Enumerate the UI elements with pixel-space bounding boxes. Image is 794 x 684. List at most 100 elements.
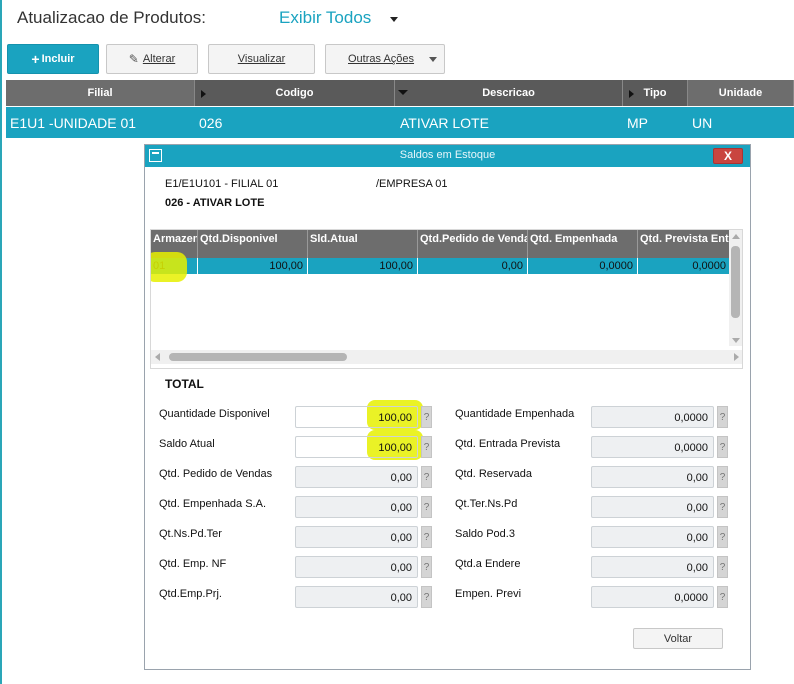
column-header-tipo[interactable]: Tipo <box>623 80 688 106</box>
scroll-right-icon[interactable] <box>734 353 739 361</box>
help-icon[interactable]: ? <box>421 406 432 428</box>
highlight-marker <box>151 252 187 282</box>
help-icon[interactable]: ? <box>717 526 728 548</box>
scroll-thumb[interactable] <box>731 246 740 318</box>
page-title: Atualizacao de Produtos: <box>17 8 207 27</box>
help-icon[interactable]: ? <box>421 586 432 608</box>
saldo-pod3-field[interactable]: 0,00 <box>591 526 714 548</box>
dialog-title: Saldos em Estoque <box>399 149 496 161</box>
empen-previ-field[interactable]: 0,0000 <box>591 586 714 608</box>
empresa-info: /EMPRESA 01 <box>376 178 448 190</box>
help-icon[interactable]: ? <box>421 436 432 458</box>
cell-tipo: MP <box>627 115 648 131</box>
outras-acoes-label: Outras Ações <box>348 53 415 65</box>
field-label: Quantidade Disponivel <box>159 408 270 420</box>
saldo-atual-field[interactable]: 100,00 <box>295 436 418 458</box>
field-label: Qtd. Empenhada S.A. <box>159 498 267 510</box>
field-label: Empen. Previ <box>455 588 522 600</box>
field-label: Saldo Pod.3 <box>455 528 515 540</box>
incluir-label: Incluir <box>41 53 75 65</box>
alterar-label: Alterar <box>142 53 176 65</box>
chevron-down-icon[interactable] <box>390 17 398 22</box>
scroll-left-icon[interactable] <box>155 353 160 361</box>
qtd-empenhada-sa-field[interactable]: 0,00 <box>295 496 418 518</box>
horizontal-scrollbar[interactable] <box>151 350 742 364</box>
visualizar-label: Visualizar <box>237 53 286 65</box>
column-header-codigo[interactable]: Codigo <box>195 80 395 106</box>
field-label: Qtd.Emp.Prj. <box>159 588 222 600</box>
qt-ter-ns-pd-field[interactable]: 0,00 <box>591 496 714 518</box>
column-header-filial[interactable]: Filial <box>6 80 195 106</box>
column-header-descricao[interactable]: Descricao <box>395 80 623 106</box>
help-icon[interactable]: ? <box>717 556 728 578</box>
stock-grid-header: Armazem Qtd.Disponivel Sld.Atual Qtd.Ped… <box>151 230 731 258</box>
qtd-entrada-prevista-field[interactable]: 0,0000 <box>591 436 714 458</box>
pencil-icon: ✎ <box>128 52 139 66</box>
filial-info: E1/E1U101 - FILIAL 01 <box>165 178 279 190</box>
cell-qtd-prevista: 0,0000 <box>638 258 731 274</box>
scroll-thumb[interactable] <box>169 353 347 361</box>
help-icon[interactable]: ? <box>421 466 432 488</box>
outras-acoes-button[interactable]: Outras Ações <box>325 44 445 74</box>
visualizar-button[interactable]: Visualizar <box>208 44 315 74</box>
scroll-up-icon[interactable] <box>732 234 740 239</box>
product-title: 026 - ATIVAR LOTE <box>165 197 265 209</box>
field-label: Qt.Ter.Ns.Pd <box>455 498 518 510</box>
field-label: Quantidade Empenhada <box>455 408 575 420</box>
column-header-sld-atual[interactable]: Sld.Atual <box>308 230 418 258</box>
field-label: Qtd. Reservada <box>455 468 533 480</box>
help-icon[interactable]: ? <box>717 466 728 488</box>
help-icon[interactable]: ? <box>717 436 728 458</box>
qtd-reservada-field[interactable]: 0,00 <box>591 466 714 488</box>
quantidade-disponivel-field[interactable]: 100,00 <box>295 406 418 428</box>
help-icon[interactable]: ? <box>421 526 432 548</box>
cell-sld-atual: 100,00 <box>308 258 418 274</box>
left-edge-bar <box>0 0 2 684</box>
qt-ns-pd-ter-field[interactable]: 0,00 <box>295 526 418 548</box>
cell-filial: E1U1 -UNIDADE 01 <box>10 115 137 131</box>
table-row[interactable]: 01 100,00 100,00 0,00 0,0000 0,0000 <box>151 258 731 274</box>
alterar-button[interactable]: ✎ Alterar <box>106 44 198 74</box>
view-filter-select[interactable]: Exibir Todos <box>279 8 371 28</box>
cell-unidade: UN <box>692 115 713 131</box>
help-icon[interactable]: ? <box>717 496 728 518</box>
close-icon: X <box>723 149 732 163</box>
saldos-estoque-dialog: Saldos em Estoque X E1/E1U101 - FILIAL 0… <box>144 144 751 670</box>
field-label: Saldo Atual <box>159 438 215 450</box>
column-header-qtd-disponivel[interactable]: Qtd.Disponivel <box>198 230 308 258</box>
field-label: Qtd.a Endere <box>455 558 521 570</box>
field-label: Qt.Ns.Pd.Ter <box>159 528 222 540</box>
cell-qtd-empenhada: 0,0000 <box>528 258 638 274</box>
scroll-down-icon[interactable] <box>732 338 740 343</box>
help-icon[interactable]: ? <box>421 556 432 578</box>
table-row[interactable]: E1U1 -UNIDADE 01 026 ATIVAR LOTE MP UN <box>6 107 794 138</box>
sort-arrow-icon <box>629 90 634 98</box>
field-label: Qtd. Entrada Prevista <box>455 438 561 450</box>
total-heading: TOTAL <box>165 377 204 391</box>
cell-qtd-disponivel: 100,00 <box>198 258 308 274</box>
help-icon[interactable]: ? <box>717 586 728 608</box>
help-icon[interactable]: ? <box>421 496 432 518</box>
qtd-emp-nf-field[interactable]: 0,00 <box>295 556 418 578</box>
qtd-emp-prj-field[interactable]: 0,00 <box>295 586 418 608</box>
cell-descricao: ATIVAR LOTE <box>400 115 489 131</box>
qtd-a-endere-field[interactable]: 0,00 <box>591 556 714 578</box>
help-icon[interactable]: ? <box>717 406 728 428</box>
incluir-button[interactable]: + Incluir <box>7 44 99 74</box>
quantidade-empenhada-field[interactable]: 0,0000 <box>591 406 714 428</box>
stock-grid: Armazem Qtd.Disponivel Sld.Atual Qtd.Ped… <box>150 229 743 369</box>
column-header-qtd-pedido[interactable]: Qtd.Pedido de Vendas <box>418 230 528 258</box>
column-header-qtd-empenhada[interactable]: Qtd. Empenhada <box>528 230 638 258</box>
plus-icon: + <box>31 51 40 67</box>
chevron-down-icon <box>429 57 437 62</box>
vertical-scrollbar[interactable] <box>729 230 742 346</box>
field-label: Qtd. Pedido de Vendas <box>159 468 273 480</box>
dialog-titlebar[interactable]: Saldos em Estoque X <box>145 145 750 167</box>
column-header-qtd-prevista[interactable]: Qtd. Prevista Ent <box>638 230 731 258</box>
sort-arrow-icon <box>398 90 408 95</box>
voltar-button[interactable]: Voltar <box>633 628 723 649</box>
column-header-unidade[interactable]: Unidade <box>688 80 794 106</box>
qtd-pedido-vendas-field[interactable]: 0,00 <box>295 466 418 488</box>
close-button[interactable]: X <box>713 148 743 164</box>
sort-arrow-icon <box>201 90 206 98</box>
